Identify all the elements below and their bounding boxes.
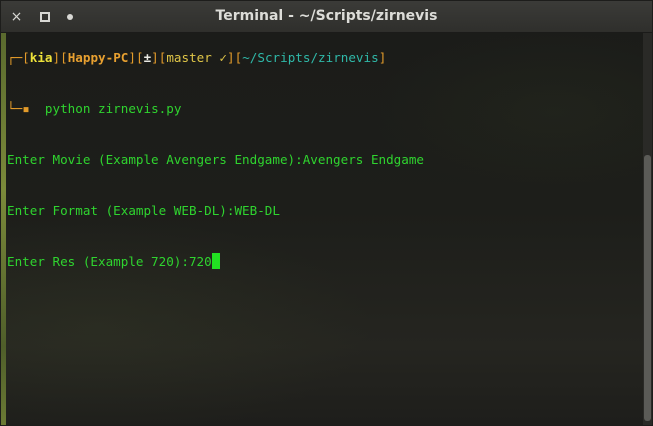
prompt-tree-bottom: └─▪ xyxy=(7,101,30,116)
prompt-bracket: [ xyxy=(135,50,144,65)
output-line: Enter Movie (Example Avengers Endgame):A… xyxy=(7,152,425,167)
prompt-line: ┌─[kia][Happy-PC][±][master ✓][~/Scripts… xyxy=(7,49,424,66)
command-text: python zirnevis.py xyxy=(44,101,182,116)
terminal-text: ┌─[kia][Happy-PC][±][master ✓][~/Scripts… xyxy=(7,15,424,304)
prompt-bracket: ] xyxy=(378,50,387,65)
prompt-bracket: ] xyxy=(128,50,136,65)
prompt-host: Happy-PC xyxy=(67,50,129,65)
output-line: Enter Format (Example WEB-DL):WEB-DL xyxy=(7,203,280,218)
desktop-edge xyxy=(1,33,6,425)
scrollbar-thumb[interactable] xyxy=(644,155,651,421)
current-input-text: Enter Res (Example 720):720 xyxy=(7,254,212,269)
prompt-bracket: ] xyxy=(227,50,235,65)
vertical-scrollbar[interactable] xyxy=(643,33,652,425)
prompt-user: kia xyxy=(29,50,53,65)
prompt-bracket: ] xyxy=(52,50,61,65)
prompt-branch: master ✓ xyxy=(166,50,228,65)
prompt-tree-top: ┌─ xyxy=(7,50,23,65)
prompt-bracket: ] xyxy=(151,50,159,65)
command-line: └─▪ python zirnevis.py xyxy=(7,100,424,117)
text-cursor xyxy=(211,253,220,269)
prompt-bracket: [ xyxy=(60,50,68,65)
input-line[interactable]: Enter Res (Example 720):720 xyxy=(7,253,424,270)
prompt-directory: ~/Scripts/zirnevis xyxy=(242,50,379,65)
terminal-window: × Terminal - ~/Scripts/zirnevis ┌─[kia][… xyxy=(0,0,653,426)
prompt-bracket: [ xyxy=(22,50,30,65)
